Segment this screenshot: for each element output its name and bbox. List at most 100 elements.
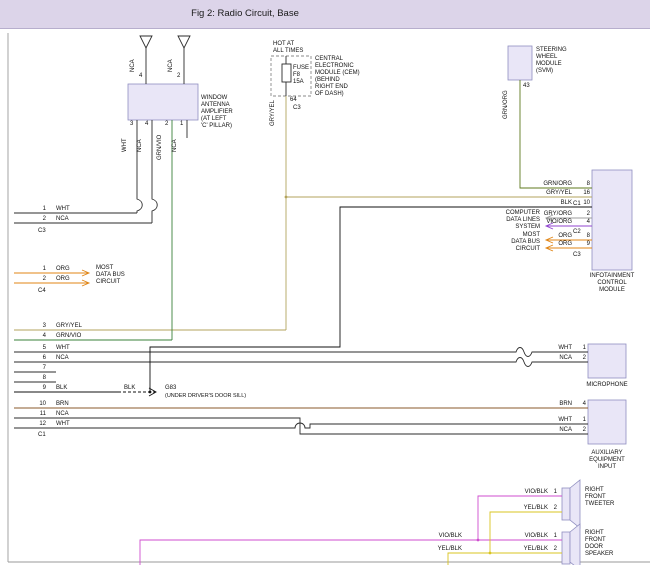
left-connector-c4: C4 <box>38 288 46 295</box>
left-c1-pin-11: 11 <box>34 411 46 418</box>
most-data-bus-right-label: MOST DATA BUS CIRCUIT <box>468 232 540 253</box>
left-c1-wire-11: NCA <box>56 411 69 418</box>
wire-label-gry-yel: GRY/YEL <box>270 100 277 126</box>
antenna-left-wire-label: NCA <box>130 59 137 72</box>
door-speaker-name: RIGHT FRONT DOOR SPEAKER <box>585 530 613 558</box>
left-c1-pin-12: 12 <box>34 421 46 428</box>
fuse-label: FUSE F8 15A <box>293 65 309 86</box>
tweeter-pin-2: 2 <box>551 505 557 512</box>
amplifier-wire-nca-2: NCA <box>172 139 179 152</box>
most-data-bus-left-label: MOST DATA BUS CIRCUIT <box>96 265 125 286</box>
steering-pin-43: 43 <box>523 83 530 90</box>
hot-at-all-times-label: HOT AT ALL TIMES <box>273 41 303 55</box>
amplifier-pin-4: 4 <box>145 121 148 128</box>
aux-wire-wht: WHT <box>524 417 572 424</box>
junction-dot-blk <box>149 391 152 394</box>
left-c1-pin-7: 7 <box>34 365 46 372</box>
door-speaker-symbol <box>562 532 570 564</box>
amplifier-wire-nca: NCA <box>137 139 144 152</box>
tweeter-speaker-symbol <box>562 488 570 520</box>
door-wire-2: YEL/BLK <box>500 546 548 553</box>
antenna-left-pin: 4 <box>139 73 142 80</box>
left-c1-wire-6: NCA <box>56 355 69 362</box>
icm-pin-2: 10 <box>582 200 590 207</box>
junction-dot-vio-blk <box>477 539 480 542</box>
microphone-name: MICROPHONE <box>579 382 635 389</box>
cem-name: CENTRAL ELECTRONIC MODULE (CEM) (BEHIND … <box>315 56 360 98</box>
amplifier-pin-1: 1 <box>180 121 183 128</box>
antenna-right-pin: 2 <box>177 73 180 80</box>
left-c1-wire-4: GRN/VIO <box>56 333 81 340</box>
mic-wire-2: NCA <box>524 355 572 362</box>
left-connector-c3: C3 <box>38 228 46 235</box>
mic-wire-1: WHT <box>524 345 572 352</box>
aux-name: AUXILIARY EQUIPMENT INPUT <box>579 450 635 471</box>
icm-pin-4: 4 <box>582 219 590 226</box>
icm-wire-2: BLK <box>524 200 572 207</box>
wiring-diagram-page: Fig 2: Radio Circuit, Base <box>0 0 650 565</box>
door-speaker-cone <box>570 524 580 565</box>
left-c1-wire-9: BLK <box>56 385 67 392</box>
tweeter-speaker-cone <box>570 480 580 528</box>
icm-pin-1: 16 <box>582 190 590 197</box>
icm-pin-6: 9 <box>582 241 590 248</box>
icm-pin-3: 2 <box>582 211 590 218</box>
tweeter-wire-2: YEL/BLK <box>500 505 548 512</box>
cem-connector-c3: C3 <box>293 105 301 112</box>
icm-connector-c2: C2 <box>573 229 581 236</box>
left-antenna-icon <box>140 36 152 48</box>
left-c4-pin-2: 2 <box>34 276 46 283</box>
ground-id: G83 <box>165 385 176 392</box>
antenna-icons <box>140 36 190 84</box>
left-c1-pin-9: 9 <box>34 385 46 392</box>
aux-wire-nca: NCA <box>524 427 572 434</box>
steering-wheel-module-box <box>508 46 532 80</box>
door-mid-wire-2: YEL/BLK <box>428 546 462 553</box>
tweeter-wire-1: VIO/BLK <box>500 489 548 496</box>
mic-pin-2: 2 <box>578 355 586 362</box>
aux-pin-1: 1 <box>578 417 586 424</box>
door-mid-wire-1: VIO/BLK <box>428 533 462 540</box>
wire-vio-blk <box>140 496 562 565</box>
left-c3-pin-2: 2 <box>34 216 46 223</box>
left-connector-c1: C1 <box>38 432 46 439</box>
tweeter-pin-1: 1 <box>551 489 557 496</box>
aux-pin-4: 4 <box>578 401 586 408</box>
steering-module-name: STEERING WHEEL MODULE (SVM) <box>536 47 567 75</box>
auxiliary-equipment-input-box <box>588 400 626 444</box>
wire-grn-org <box>520 80 592 188</box>
left-c1-pin-6: 6 <box>34 355 46 362</box>
left-c1-pin-5: 5 <box>34 345 46 352</box>
left-c1-wire-10: BRN <box>56 401 69 408</box>
door-pin-1: 1 <box>551 533 557 540</box>
left-c3-pin-1: 1 <box>34 206 46 213</box>
left-c1-pin-10: 10 <box>34 401 46 408</box>
left-c1-pin-8: 8 <box>34 375 46 382</box>
icm-wire-1: GRY/YEL <box>524 190 572 197</box>
door-wire-1: VIO/BLK <box>500 533 548 540</box>
computer-data-lines-label: COMPUTER DATA LINES SYSTEM <box>468 210 540 231</box>
door-pin-2: 2 <box>551 546 557 553</box>
mic-pin-1: 1 <box>578 345 586 352</box>
cem-pin-64: 64 <box>290 97 297 104</box>
amplifier-name: WINDOW ANTENNA AMPLIFIER (AT LEFT 'C' PI… <box>201 95 233 130</box>
junction-dot-gry-yel <box>285 196 288 199</box>
left-c1-wire-3: GRY/YEL <box>56 323 82 330</box>
aux-pin-2: 2 <box>578 427 586 434</box>
icm-pin-0: 8 <box>582 181 590 188</box>
ground-wire-label: BLK <box>124 385 135 392</box>
right-antenna-icon <box>178 36 190 48</box>
icm-pin-5: 8 <box>582 233 590 240</box>
left-c3-wire-1: WHT <box>56 206 70 213</box>
infotainment-control-module-box <box>592 170 632 270</box>
wire-org-most-left <box>14 270 89 286</box>
amplifier-pin-3: 3 <box>130 121 133 128</box>
left-c4-wire-1: ORG <box>56 266 70 273</box>
left-c1-wire-12: WHT <box>56 421 70 428</box>
left-c3-wire-2: NCA <box>56 216 69 223</box>
junction-dot-yel-blk <box>489 552 492 555</box>
window-antenna-amplifier-box <box>128 84 198 120</box>
left-c4-wire-2: ORG <box>56 276 70 283</box>
left-c1-wire-5: WHT <box>56 345 70 352</box>
microphone-box <box>588 344 626 378</box>
